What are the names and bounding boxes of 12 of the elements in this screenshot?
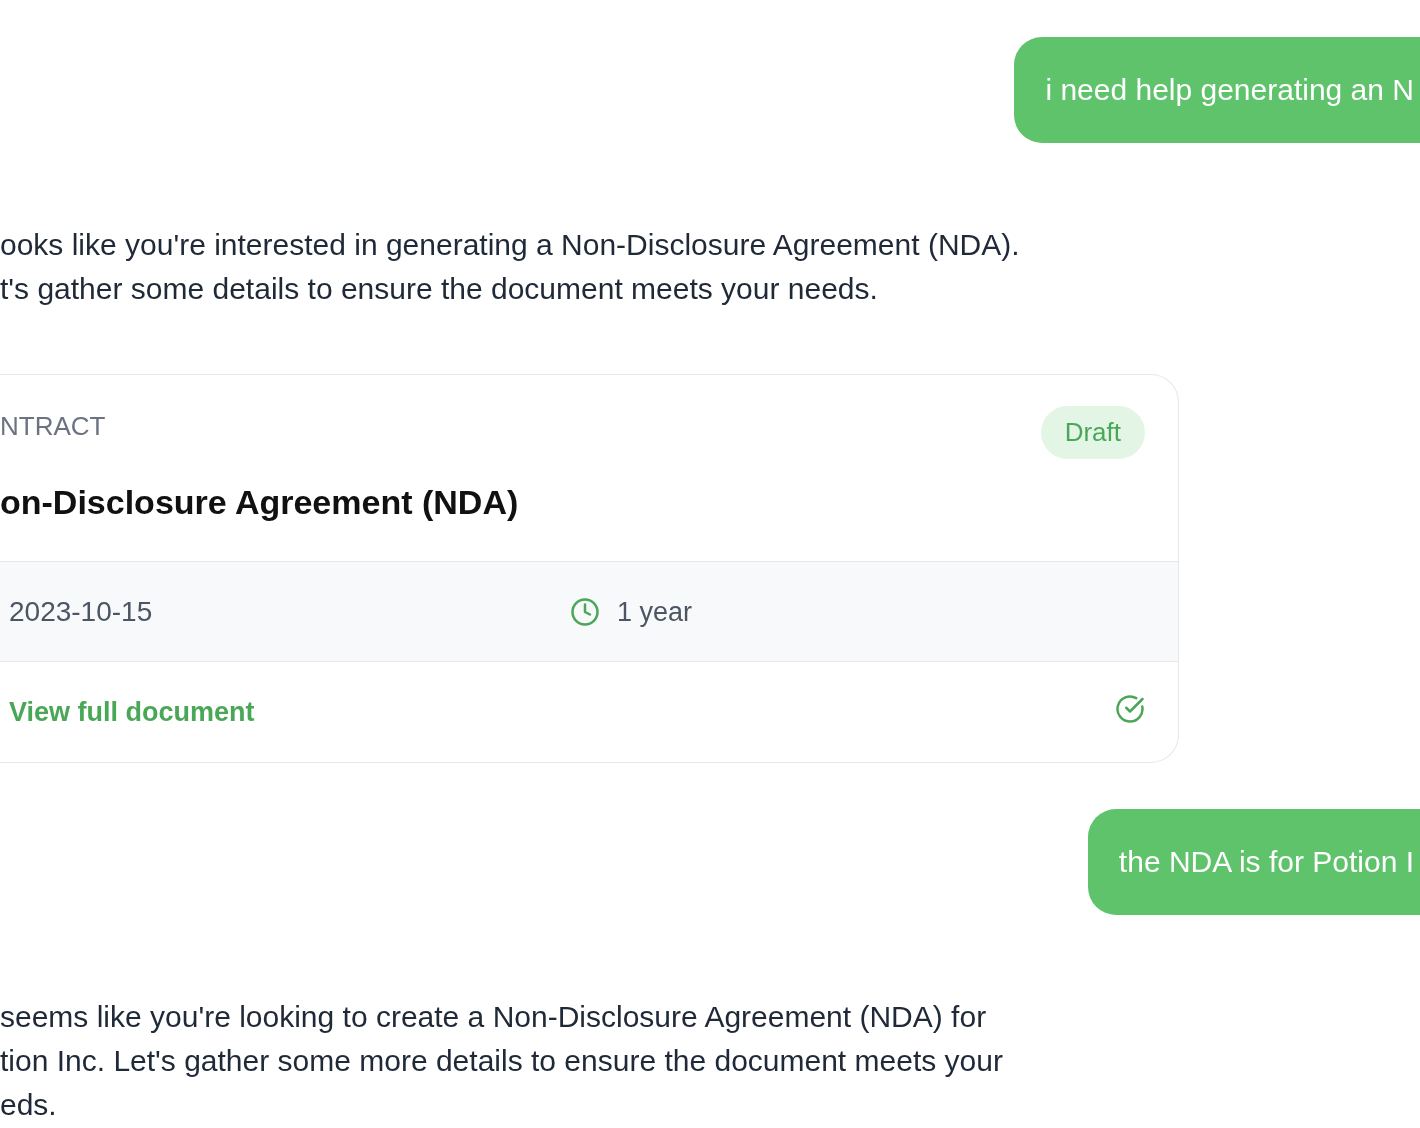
assistant-message-text: seems like you're looking to create a Non-Disclosure Agreement (NDA) for tion Inc. Let's gather some more details to ensure the document meets your eds.	[0, 999, 1003, 1123]
user-message-bubble: i need help generating an N	[1014, 37, 1420, 143]
check-circle-icon	[1115, 694, 1145, 724]
contract-duration: 1 year	[617, 595, 693, 628]
clock-icon	[570, 596, 600, 627]
user-message-bubble: the NDA is for Potion I	[1087, 809, 1420, 915]
status-tag: Draft	[1040, 406, 1145, 459]
view-document-link[interactable]: View full document	[9, 696, 255, 728]
assistant-message-text: ooks like you're interested in generating a Non-Disclosure Agreement (NDA). t's gather some details to ensure the document meets your needs.	[0, 227, 1020, 307]
contract-date: 2023-10-15	[9, 595, 153, 627]
contract-category-label: NTRACT	[0, 410, 107, 442]
contract-title: on-Disclosure Agreement (NDA)	[0, 482, 519, 522]
